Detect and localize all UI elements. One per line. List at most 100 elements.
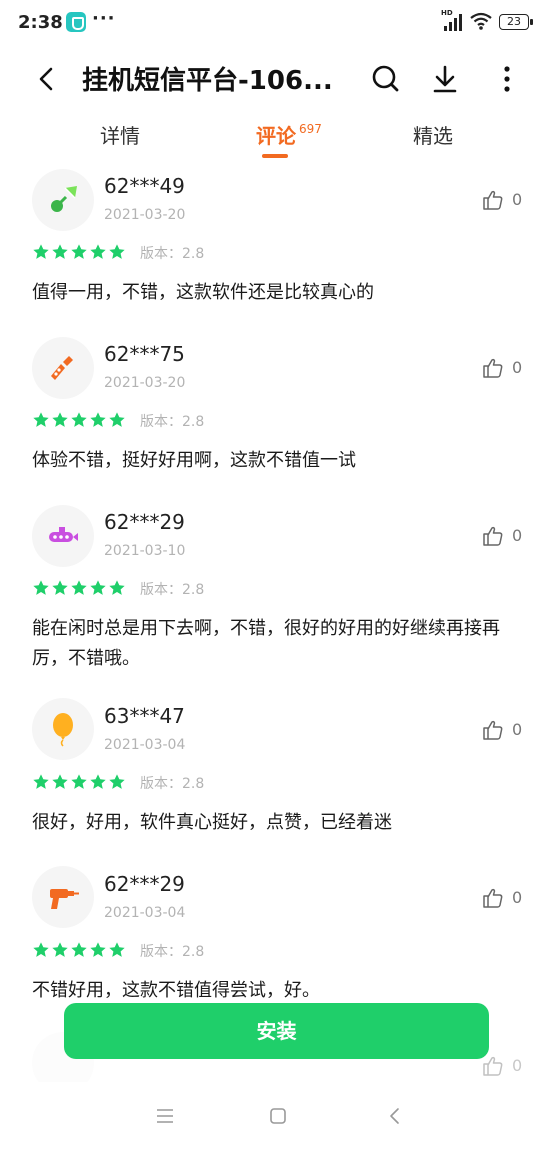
like-button[interactable]: 0	[482, 1054, 532, 1078]
star-icon	[90, 580, 106, 595]
star-rating	[32, 773, 132, 793]
avatar	[32, 866, 94, 928]
user-name: 62***29	[104, 872, 185, 896]
more-vertical-icon[interactable]	[490, 62, 524, 96]
star-icon	[90, 774, 106, 789]
drill-icon	[50, 889, 79, 909]
review-text: 体验不错，挺好好用啊，这款不错值一试	[32, 450, 356, 471]
back-icon[interactable]	[383, 1104, 407, 1128]
tab-indicator	[262, 154, 288, 158]
app-version: 版本：2.8	[140, 944, 205, 960]
chevron-left-icon[interactable]	[30, 62, 64, 96]
star-icon	[33, 412, 49, 427]
star-icon	[33, 244, 49, 259]
avatar	[32, 337, 94, 399]
star-icon	[109, 774, 125, 789]
install-button[interactable]: 安装	[64, 1003, 489, 1059]
star-rating	[32, 243, 132, 263]
review-date: 2021-03-04	[104, 905, 186, 921]
avatar	[32, 505, 94, 567]
home-icon[interactable]	[266, 1104, 290, 1128]
page-title: 挂机短信平台-106...	[82, 66, 333, 96]
thumbs-up-icon	[483, 190, 503, 210]
user-name: 62***75	[104, 342, 185, 366]
security-app-icon	[66, 12, 86, 32]
review-text: 值得一用，不错，这款软件还是比较真心的	[32, 282, 374, 303]
user-name: 62***29	[104, 510, 185, 534]
status-bar: 2:38 ··· HD 23	[0, 0, 553, 46]
badminton-icon	[51, 186, 77, 212]
star-icon	[52, 942, 68, 957]
review-date: 2021-03-20	[104, 207, 186, 223]
system-nav-bar	[0, 1082, 553, 1149]
star-icon	[90, 412, 106, 427]
battery-icon: 23	[499, 14, 533, 30]
tab-featured-label: 精选	[413, 124, 453, 148]
star-icon	[52, 774, 68, 789]
wifi-icon	[470, 12, 492, 30]
like-button[interactable]: 0	[482, 886, 532, 910]
star-icon	[71, 412, 87, 427]
review-date: 2021-03-04	[104, 737, 186, 753]
app-header: 挂机短信平台-106...	[0, 46, 553, 112]
star-icon	[71, 942, 87, 957]
app-version: 版本：2.8	[140, 414, 205, 430]
star-icon	[109, 244, 125, 259]
review-count: 697	[299, 122, 322, 136]
user-name: 62***49	[104, 174, 185, 198]
star-icon	[71, 244, 87, 259]
avatar	[32, 169, 94, 231]
star-rating	[32, 579, 132, 599]
thumbs-up-icon	[483, 1056, 503, 1076]
like-button[interactable]: 0	[482, 188, 532, 212]
avatar	[32, 698, 94, 760]
thumbs-up-icon	[483, 358, 503, 378]
review-date: 2021-03-10	[104, 543, 186, 559]
search-icon[interactable]	[369, 62, 403, 96]
tab-featured[interactable]: 精选	[413, 120, 453, 149]
more-notifications-icon: ···	[92, 8, 116, 29]
tab-details-label: 详情	[100, 124, 140, 148]
app-version: 版本：2.8	[140, 246, 205, 262]
submarine-icon	[49, 527, 78, 542]
like-button[interactable]: 0	[482, 524, 532, 548]
star-icon	[71, 580, 87, 595]
review-text: 很好，好用，软件真心挺好，点赞，已经着迷	[32, 812, 392, 833]
tab-reviews-label: 评论	[256, 124, 296, 148]
app-version: 版本：2.8	[140, 582, 205, 598]
star-icon	[33, 942, 49, 957]
user-name: 63***47	[104, 704, 185, 728]
app-version: 版本：2.8	[140, 776, 205, 792]
like-count: 0	[512, 1056, 523, 1075]
screwdriver-icon	[51, 356, 73, 380]
tab-bar: 详情 评论 697 精选	[0, 112, 553, 162]
tab-details[interactable]: 详情	[100, 120, 140, 149]
star-icon	[90, 244, 106, 259]
status-time: 2:38	[18, 12, 63, 33]
star-icon	[109, 580, 125, 595]
download-icon[interactable]	[428, 62, 462, 96]
review-text: 能在闲时总是用下去啊，不错，很好的好用的好继续再接再厉，不错哦。	[32, 618, 500, 669]
star-icon	[33, 774, 49, 789]
thumbs-up-icon	[483, 720, 503, 740]
thumbs-up-icon	[483, 888, 503, 908]
star-icon	[109, 942, 125, 957]
star-rating	[32, 941, 132, 961]
balloon-icon	[53, 713, 73, 747]
tab-reviews[interactable]: 评论 697	[256, 120, 322, 149]
star-icon	[71, 774, 87, 789]
star-icon	[52, 244, 68, 259]
like-button[interactable]: 0	[482, 356, 532, 380]
like-count: 0	[512, 526, 523, 545]
star-rating	[32, 411, 132, 431]
review-date: 2021-03-20	[104, 375, 186, 391]
review-text: 不错好用，这款不错值得尝试，好。	[32, 980, 320, 1001]
like-button[interactable]: 0	[482, 718, 532, 742]
star-icon	[52, 412, 68, 427]
menu-icon[interactable]	[153, 1104, 177, 1128]
like-count: 0	[512, 358, 523, 377]
like-count: 0	[512, 190, 523, 209]
like-count: 0	[512, 888, 523, 907]
like-count: 0	[512, 720, 523, 739]
star-icon	[109, 412, 125, 427]
